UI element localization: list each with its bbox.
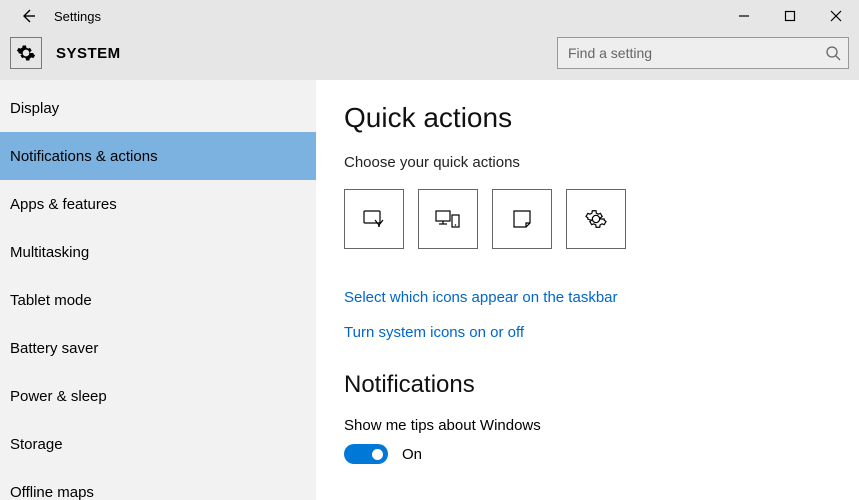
note-icon bbox=[511, 208, 533, 230]
sidebar-item-storage[interactable]: Storage bbox=[0, 420, 316, 468]
window-title: Settings bbox=[54, 9, 101, 24]
sidebar-item-label: Multitasking bbox=[10, 244, 89, 261]
tips-toggle-label: Show me tips about Windows bbox=[344, 417, 831, 434]
sidebar-item-display[interactable]: Display bbox=[0, 84, 316, 132]
section-icon-box bbox=[10, 37, 42, 69]
sidebar-item-multitasking[interactable]: Multitasking bbox=[0, 228, 316, 276]
gear-icon bbox=[16, 43, 36, 63]
quick-actions-heading: Quick actions bbox=[344, 102, 831, 134]
quick-action-tile-0[interactable] bbox=[344, 189, 404, 249]
window-controls bbox=[721, 0, 859, 32]
minimize-button[interactable] bbox=[721, 0, 767, 32]
tips-toggle-row: On bbox=[344, 444, 831, 464]
sidebar-item-battery-saver[interactable]: Battery saver bbox=[0, 324, 316, 372]
search-input[interactable] bbox=[557, 37, 849, 69]
section-title: SYSTEM bbox=[56, 45, 121, 62]
close-icon bbox=[830, 10, 842, 22]
tips-toggle[interactable] bbox=[344, 444, 388, 464]
sidebar: Display Notifications & actions Apps & f… bbox=[0, 80, 316, 500]
sidebar-item-offline-maps[interactable]: Offline maps bbox=[0, 468, 316, 500]
sidebar-item-label: Offline maps bbox=[10, 484, 94, 500]
quick-actions-row bbox=[344, 189, 831, 249]
sidebar-item-label: Power & sleep bbox=[10, 388, 107, 405]
sidebar-item-label: Storage bbox=[10, 436, 63, 453]
titlebar: Settings bbox=[0, 0, 859, 32]
sidebar-item-label: Apps & features bbox=[10, 196, 117, 213]
sidebar-item-label: Notifications & actions bbox=[10, 148, 158, 165]
content: Quick actions Choose your quick actions … bbox=[316, 80, 859, 500]
sidebar-item-label: Battery saver bbox=[10, 340, 98, 357]
back-button[interactable] bbox=[8, 0, 48, 32]
sidebar-item-label: Display bbox=[10, 100, 59, 117]
quick-actions-subtitle: Choose your quick actions bbox=[344, 154, 831, 171]
arrow-left-icon bbox=[19, 7, 37, 25]
quick-action-tile-2[interactable] bbox=[492, 189, 552, 249]
sidebar-item-label: Tablet mode bbox=[10, 292, 92, 309]
tablet-mode-icon bbox=[361, 206, 387, 232]
search-icon bbox=[825, 45, 841, 61]
header: SYSTEM bbox=[0, 32, 859, 80]
link-taskbar-icons[interactable]: Select which icons appear on the taskbar bbox=[344, 289, 831, 306]
sidebar-item-notifications[interactable]: Notifications & actions bbox=[0, 132, 316, 180]
close-button[interactable] bbox=[813, 0, 859, 32]
minimize-icon bbox=[738, 10, 750, 22]
all-settings-icon bbox=[585, 208, 607, 230]
maximize-button[interactable] bbox=[767, 0, 813, 32]
quick-action-tile-1[interactable] bbox=[418, 189, 478, 249]
sidebar-item-power-sleep[interactable]: Power & sleep bbox=[0, 372, 316, 420]
notifications-heading: Notifications bbox=[344, 371, 831, 399]
tips-toggle-state: On bbox=[402, 446, 422, 463]
toggle-knob bbox=[372, 449, 383, 460]
search-container bbox=[557, 37, 849, 69]
sidebar-item-apps[interactable]: Apps & features bbox=[0, 180, 316, 228]
link-system-icons[interactable]: Turn system icons on or off bbox=[344, 324, 831, 341]
sidebar-item-tablet-mode[interactable]: Tablet mode bbox=[0, 276, 316, 324]
quick-action-tile-3[interactable] bbox=[566, 189, 626, 249]
maximize-icon bbox=[784, 10, 796, 22]
body: Display Notifications & actions Apps & f… bbox=[0, 80, 859, 500]
connect-devices-icon bbox=[434, 208, 462, 230]
